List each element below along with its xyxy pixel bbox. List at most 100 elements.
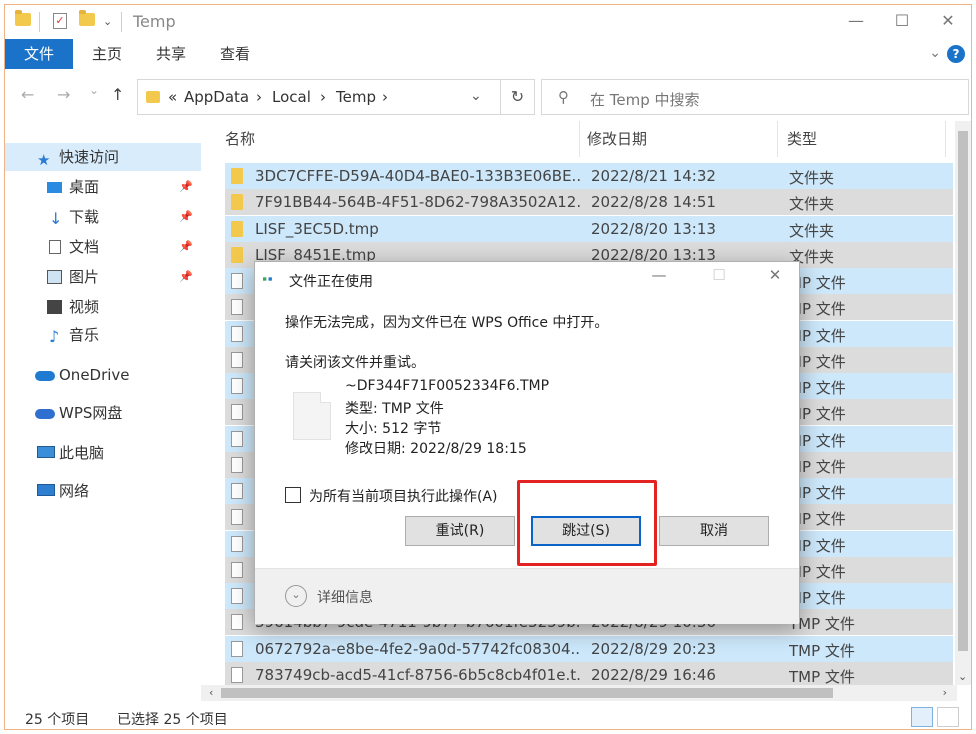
sidebar-item-label: 文档	[69, 238, 100, 256]
cancel-button[interactable]: 取消	[659, 516, 769, 546]
refresh-button[interactable]: ↻	[501, 79, 535, 115]
scroll-thumb[interactable]	[221, 688, 833, 698]
folder-icon	[146, 91, 160, 103]
apply-to-all-checkbox[interactable]	[285, 487, 301, 503]
pin-icon[interactable]: 📌	[179, 263, 193, 291]
pin-icon[interactable]: 📌	[179, 233, 193, 261]
address-dropdown-icon[interactable]: ⌄	[470, 88, 482, 104]
vertical-scrollbar[interactable]: ⌄	[955, 121, 971, 685]
sidebar-item-music[interactable]: ♪ 音乐	[5, 321, 201, 349]
horizontal-scrollbar[interactable]: ‹ ›	[201, 685, 957, 701]
file-type-cell: MP 文件	[789, 536, 846, 555]
column-header-date[interactable]: 修改日期	[587, 121, 647, 157]
star-icon: ★	[37, 151, 51, 169]
ribbon: 文件 主页 共享 查看 ⌄ ?	[5, 39, 971, 69]
properties-icon[interactable]: ✓	[53, 13, 67, 29]
tab-file[interactable]: 文件	[5, 39, 73, 69]
chevron-down-icon[interactable]: ⌄	[285, 585, 307, 607]
sidebar-item-label: OneDrive	[59, 366, 130, 384]
sidebar-item-documents[interactable]: 文档 📌	[5, 233, 201, 261]
file-icon	[231, 483, 243, 499]
computer-icon	[37, 446, 55, 458]
column-divider[interactable]	[777, 121, 778, 157]
file-name-cell: 3DC7CFFE-D59A-40D4-BAE0-133B3E06BE...	[255, 167, 581, 185]
recent-locations-button[interactable]: ⌄	[89, 83, 99, 97]
column-header-type[interactable]: 类型	[787, 121, 817, 157]
breadcrumb-temp[interactable]: Temp	[336, 88, 376, 106]
details-toggle[interactable]: 详细信息	[317, 587, 373, 607]
table-row[interactable]: 783749cb-acd5-41cf-8756-6b5c8cb4f01e.t..…	[225, 661, 953, 685]
file-icon	[231, 666, 243, 683]
tab-home[interactable]: 主页	[75, 39, 139, 69]
up-button[interactable]: ↑	[111, 85, 124, 104]
sidebar-item-label: 音乐	[69, 326, 100, 344]
scroll-down-icon[interactable]: ⌄	[958, 670, 967, 683]
file-name-cell: LISF_3EC5D.tmp	[255, 219, 379, 238]
new-folder-icon[interactable]	[79, 10, 95, 26]
tab-share[interactable]: 共享	[139, 39, 203, 69]
breadcrumb-local[interactable]: Local	[272, 88, 311, 106]
sidebar-item-desktop[interactable]: 桌面 📌	[5, 173, 201, 201]
column-header-name[interactable]: 名称	[225, 121, 255, 157]
minimize-button[interactable]: —	[833, 5, 879, 37]
skip-button[interactable]: 跳过(S)	[531, 516, 641, 546]
table-row[interactable]: 3DC7CFFE-D59A-40D4-BAE0-133B3E06BE... 202…	[225, 163, 953, 189]
sidebar-item-network[interactable]: 网络	[5, 477, 201, 505]
file-in-use-dialog: 文件正在使用 — ☐ ✕ 操作无法完成，因为文件已在 WPS Office 中打…	[254, 261, 800, 624]
divider	[39, 12, 40, 32]
sidebar-item-onedrive[interactable]: OneDrive	[5, 361, 201, 389]
pin-icon[interactable]: 📌	[179, 203, 193, 231]
maximize-button[interactable]: ☐	[879, 5, 925, 37]
customize-toolbar-icon[interactable]: ⌄	[103, 15, 112, 28]
dialog-maximize-button: ☐	[712, 266, 726, 284]
chevron-right-icon[interactable]: ›	[256, 88, 262, 106]
table-row[interactable]: 7F91BB44-564B-4F51-8D62-798A3502A12... 20…	[225, 189, 953, 216]
sidebar-item-this-pc[interactable]: 此电脑	[5, 439, 201, 467]
dialog-close-button[interactable]: ✕	[755, 266, 795, 290]
dialog-instruction: 请关闭该文件并重试。	[285, 355, 425, 371]
dialog-footer: ⌄ 详细信息	[255, 568, 799, 624]
file-date-cell: 2022/8/20 13:13	[591, 219, 716, 238]
sidebar-item-wps-cloud[interactable]: WPS网盘	[5, 399, 201, 427]
search-icon: ⚲	[558, 88, 569, 106]
expand-ribbon-icon[interactable]: ⌄	[929, 45, 941, 61]
details-view-icon[interactable]	[911, 707, 933, 727]
column-divider[interactable]	[579, 121, 580, 157]
chevron-right-icon[interactable]: ›	[320, 88, 326, 106]
tab-view[interactable]: 查看	[203, 39, 267, 69]
large-icons-view-icon[interactable]	[937, 707, 959, 727]
scroll-right-icon[interactable]: ›	[943, 686, 947, 699]
scroll-left-icon[interactable]: ‹	[209, 686, 213, 699]
help-button[interactable]: ?	[947, 45, 965, 63]
dialog-minimize-button[interactable]: —	[639, 266, 679, 290]
file-type-cell: 文件夹	[789, 169, 835, 187]
sidebar-item-downloads[interactable]: ↓ 下载 📌	[5, 203, 201, 231]
back-button[interactable]: ←	[21, 85, 34, 104]
sidebar-item-pictures[interactable]: 图片 📌	[5, 263, 201, 291]
folder-icon	[231, 220, 243, 237]
address-bar[interactable]: « AppData › Local › Temp › ⌄	[137, 79, 501, 115]
apply-to-all-label[interactable]: 为所有当前项目执行此操作(A)	[309, 486, 498, 506]
chevron-right-icon[interactable]: ›	[382, 88, 388, 106]
table-row[interactable]: LISF_3EC5D.tmp 2022/8/20 13:13 文件夹	[225, 215, 953, 242]
search-placeholder: 在 Temp 中搜索	[590, 91, 700, 109]
window-title: Temp	[133, 12, 176, 31]
table-row[interactable]: 0672792a-e8be-4fe2-9a0d-57742fc08304... 2…	[225, 635, 953, 662]
column-divider[interactable]	[945, 121, 946, 157]
pin-icon[interactable]: 📌	[179, 173, 193, 201]
sidebar-item-quick-access[interactable]: ★ 快速访问	[5, 143, 201, 171]
file-icon	[231, 325, 243, 342]
navigation-pane: ★ 快速访问 桌面 📌 ↓ 下载 📌 文档 📌 图片 📌 视频 ♪ 音乐 One…	[5, 121, 201, 689]
sidebar-item-label: 此电脑	[59, 444, 105, 462]
search-input[interactable]: ⚲ 在 Temp 中搜索	[541, 79, 969, 115]
retry-button[interactable]: 重试(R)	[405, 516, 515, 546]
breadcrumb-appdata[interactable]: AppData	[184, 88, 249, 106]
folder-icon	[231, 194, 243, 211]
close-button[interactable]: ✕	[925, 5, 971, 37]
desktop-icon	[47, 182, 62, 193]
sidebar-item-videos[interactable]: 视频	[5, 293, 201, 321]
forward-button[interactable]: →	[57, 85, 70, 104]
item-count: 25 个项目	[25, 712, 90, 728]
breadcrumb-overflow[interactable]: «	[168, 88, 177, 106]
scroll-thumb[interactable]	[958, 131, 968, 651]
